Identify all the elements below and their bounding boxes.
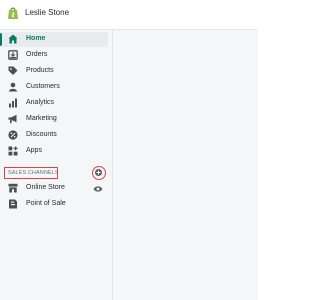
tag-icon: [8, 66, 18, 75]
add-sales-channel-button[interactable]: [92, 166, 106, 180]
sidebar-item-apps[interactable]: Apps: [0, 144, 108, 159]
shopify-bag-icon[interactable]: [7, 6, 19, 20]
sidebar-item-label: Customers: [26, 83, 60, 90]
pos-icon: [9, 199, 17, 209]
active-indicator: [0, 33, 2, 46]
main-content: [113, 30, 258, 300]
section-label: SALES CHANNELS: [8, 170, 59, 176]
sidebar-item-label: Products: [26, 67, 54, 74]
sidebar-item-label: Home: [26, 35, 46, 42]
megaphone-icon: [8, 114, 17, 124]
sidebar-item-online-store[interactable]: Online Store: [0, 181, 108, 196]
sidebar-item-analytics[interactable]: Analytics: [0, 96, 108, 111]
sidebar-item-label: Discounts: [26, 131, 57, 138]
person-icon: [9, 82, 17, 92]
sidebar-item-label: Apps: [26, 147, 42, 154]
sidebar-item-discounts[interactable]: Discounts: [0, 128, 108, 143]
apps-icon: [8, 146, 18, 156]
sidebar-item-label: Orders: [26, 51, 48, 58]
sidebar-item-point-of-sale[interactable]: Point of Sale: [0, 197, 108, 212]
sidebar-item-label: Online Store: [26, 184, 65, 191]
store-name[interactable]: Leslie Stone: [25, 8, 69, 17]
sidebar-item-label: Marketing: [26, 115, 57, 122]
sidebar-item-orders[interactable]: Orders: [0, 48, 108, 63]
sidebar-item-marketing[interactable]: Marketing: [0, 112, 108, 127]
home-icon: [8, 34, 18, 44]
bar-chart-icon: [9, 98, 17, 108]
sidebar-item-label: Point of Sale: [26, 200, 66, 207]
store-icon: [8, 183, 18, 193]
sidebar-item-label: Analytics: [26, 99, 55, 106]
top-bar: Leslie Stone: [0, 0, 258, 30]
sidebar-item-home[interactable]: Home: [0, 32, 108, 47]
sidebar: Home Orders Products Customers Analytics: [0, 30, 113, 300]
eye-icon[interactable]: [93, 185, 103, 193]
discount-icon: [8, 130, 18, 140]
sales-channels-header: SALES CHANNELS: [4, 167, 59, 179]
sidebar-item-customers[interactable]: Customers: [0, 80, 108, 95]
orders-icon: [8, 50, 18, 60]
add-circle-icon: [95, 169, 102, 176]
sidebar-item-products[interactable]: Products: [0, 64, 108, 79]
